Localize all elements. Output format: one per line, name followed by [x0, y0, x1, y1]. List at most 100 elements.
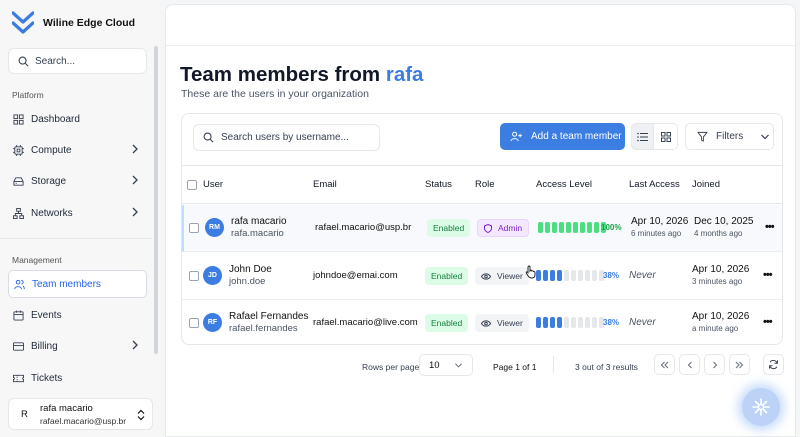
column-header-joined[interactable]: Joined [692, 179, 720, 190]
table-header: User Email Status Role Access Level Last… [182, 166, 782, 204]
next-page-button[interactable] [704, 354, 725, 375]
sidebar-item-label: Events [31, 309, 62, 321]
add-team-member-label: Add a team member [531, 131, 622, 142]
joined-relative: 4 months ago [694, 229, 743, 238]
status-badge: Enabled [425, 267, 469, 285]
sidebar-item-compute[interactable]: Compute [8, 137, 147, 163]
sidebar: Wiline Edge Cloud Search... Platform Das… [0, 0, 160, 437]
table-row[interactable]: RF Rafael Fernandes rafael.fernandes raf… [182, 300, 782, 344]
table-row[interactable]: JD John Doe john.doe johndoe@emai.com En… [182, 253, 782, 300]
access-level-segment [594, 222, 599, 233]
sidebar-item-label: Team members [32, 278, 101, 290]
access-level-segment [550, 270, 555, 281]
filters-button[interactable]: Filters [685, 123, 774, 150]
column-header-role[interactable]: Role [475, 179, 495, 190]
hand-cursor-icon [525, 265, 536, 279]
user-plus-icon [510, 131, 522, 142]
select-all-checkbox[interactable] [187, 180, 197, 190]
role-badge: Admin [477, 219, 530, 237]
joined-relative: a minute ago [692, 324, 739, 333]
table-row[interactable]: RM rafa macario rafa.macario rafael.maca… [182, 205, 782, 252]
user-email: rafael.macario@live.com [313, 317, 418, 328]
access-level-segment [557, 270, 562, 281]
access-level-percent: 100% [601, 223, 622, 232]
column-header-status[interactable]: Status [425, 179, 452, 190]
user-email: rafael.macario@usp.br [40, 416, 127, 426]
access-level-segment [587, 222, 592, 233]
sidebar-scrollbar[interactable] [154, 46, 158, 354]
user-menu[interactable]: R rafa macario rafael.macario@usp.br [8, 398, 153, 430]
access-level-segment [585, 317, 590, 328]
joined-relative: 3 minutes ago [692, 277, 743, 286]
user-search-input[interactable] [221, 132, 371, 143]
chevron-down-icon [761, 134, 770, 139]
rows-per-page-label: Rows per page [362, 362, 420, 372]
storage-icon [13, 176, 24, 186]
row-actions-button[interactable]: ••• [765, 221, 775, 233]
sidebar-item-storage[interactable]: Storage [8, 168, 147, 194]
add-team-member-button[interactable]: Add a team member [500, 123, 625, 150]
sidebar-item-team-members[interactable]: Team members [8, 270, 147, 298]
access-level-segment [566, 222, 571, 233]
page-subtitle: These are the users in your organization [181, 88, 369, 100]
sidebar-item-events[interactable]: Events [8, 302, 147, 328]
access-level-bar [536, 270, 604, 281]
page-title-org: rafa [385, 63, 424, 86]
access-level-segment [545, 222, 550, 233]
user-username: john.doe [229, 276, 266, 287]
network-icon [13, 207, 24, 219]
sidebar-item-label: Compute [31, 144, 72, 156]
filters-label: Filters [716, 131, 744, 142]
sidebar-item-networks[interactable]: Networks [8, 200, 147, 226]
grid-view-toggle[interactable] [654, 123, 678, 150]
first-page-button[interactable] [654, 354, 675, 375]
row-checkbox[interactable] [189, 271, 199, 281]
access-level-segment [559, 222, 564, 233]
column-header-user[interactable]: User [203, 179, 223, 190]
calendar-icon [13, 309, 24, 321]
rows-per-page-select[interactable]: 10 [419, 354, 473, 376]
access-level-segment [592, 317, 597, 328]
last-access-relative: 6 minutes ago [631, 229, 682, 238]
assistant-fab-button[interactable] [742, 388, 780, 426]
chevron-right-icon [132, 175, 138, 185]
last-access-date: Never [629, 270, 656, 281]
brand-name: Wiline Edge Cloud [43, 17, 136, 29]
page-title-prefix: Team members from [180, 63, 386, 86]
user-search[interactable] [193, 124, 380, 151]
joined-date: Apr 10, 2026 [692, 264, 750, 275]
list-view-toggle[interactable] [631, 123, 654, 150]
brand[interactable]: Wiline Edge Cloud [12, 11, 135, 35]
row-checkbox[interactable] [189, 318, 199, 328]
row-checkbox[interactable] [189, 223, 199, 233]
access-level-bar [538, 222, 606, 233]
access-level-segment [557, 317, 562, 328]
table-toolbar: Add a team member Filters [182, 114, 782, 166]
sidebar-search[interactable]: Search... [8, 48, 147, 74]
search-icon [203, 132, 214, 143]
sidebar-item-tickets[interactable]: Tickets [8, 365, 147, 391]
ticket-icon [13, 374, 24, 382]
access-level-segment [580, 222, 585, 233]
last-page-button[interactable] [729, 354, 750, 375]
access-level-segment [564, 317, 569, 328]
eye-icon [481, 319, 491, 327]
status-badge: Enabled [425, 314, 469, 332]
refresh-button[interactable] [763, 354, 784, 375]
sidebar-item-label: Networks [31, 207, 73, 219]
refresh-icon [769, 359, 778, 370]
column-header-email[interactable]: Email [313, 179, 337, 190]
column-header-access-level[interactable]: Access Level [536, 179, 592, 190]
row-actions-button[interactable]: ••• [763, 269, 773, 281]
sidebar-item-billing[interactable]: Billing [8, 333, 147, 359]
search-icon [18, 56, 29, 66]
avatar: RM [205, 218, 224, 237]
sidebar-item-dashboard[interactable]: Dashboard [8, 106, 147, 132]
row-actions-button[interactable]: ••• [763, 316, 773, 328]
column-header-last-access[interactable]: Last Access [629, 179, 680, 190]
joined-date: Apr 10, 2026 [692, 311, 750, 322]
role-label: Viewer [497, 318, 523, 328]
access-level-segment [585, 270, 590, 281]
previous-page-button[interactable] [679, 354, 700, 375]
last-access-date: Apr 10, 2026 [631, 216, 689, 227]
